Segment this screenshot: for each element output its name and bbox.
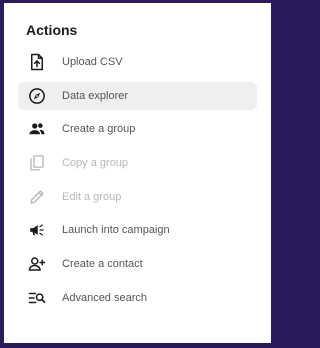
menu-item-label: Create a contact [62, 258, 143, 271]
actions-menu: Upload CSV Data explorer Create a group … [18, 48, 257, 318]
compass-icon [26, 85, 48, 107]
upload-file-icon [26, 51, 48, 73]
menu-item-data-explorer[interactable]: Data explorer [18, 81, 257, 110]
actions-panel: Actions Upload CSV Data explorer Create … [4, 3, 271, 343]
campaign-megaphone-icon [26, 219, 48, 241]
panel-title: Actions [26, 22, 78, 38]
menu-item-create-group[interactable]: Create a group [18, 115, 257, 143]
menu-item-create-contact[interactable]: Create a contact [18, 250, 257, 278]
menu-item-upload-csv[interactable]: Upload CSV [18, 48, 257, 76]
menu-item-label: Launch into campaign [62, 224, 170, 237]
menu-item-label: Create a group [62, 123, 136, 136]
menu-item-copy-group: Copy a group [18, 149, 257, 177]
menu-item-advanced-search[interactable]: Advanced search [18, 284, 257, 312]
advanced-search-icon [26, 287, 48, 309]
menu-item-label: Data explorer [62, 89, 129, 102]
menu-item-label: Edit a group [62, 190, 122, 203]
group-icon [26, 118, 48, 140]
copy-icon [26, 152, 48, 174]
menu-item-label: Advanced search [62, 291, 147, 304]
pencil-icon [26, 186, 48, 208]
menu-item-label: Upload CSV [62, 56, 123, 68]
menu-item-edit-group: Edit a group [18, 183, 257, 211]
add-person-icon [26, 253, 48, 275]
menu-item-launch-campaign[interactable]: Launch into campaign [18, 216, 257, 244]
menu-item-label: Copy a group [62, 157, 129, 170]
